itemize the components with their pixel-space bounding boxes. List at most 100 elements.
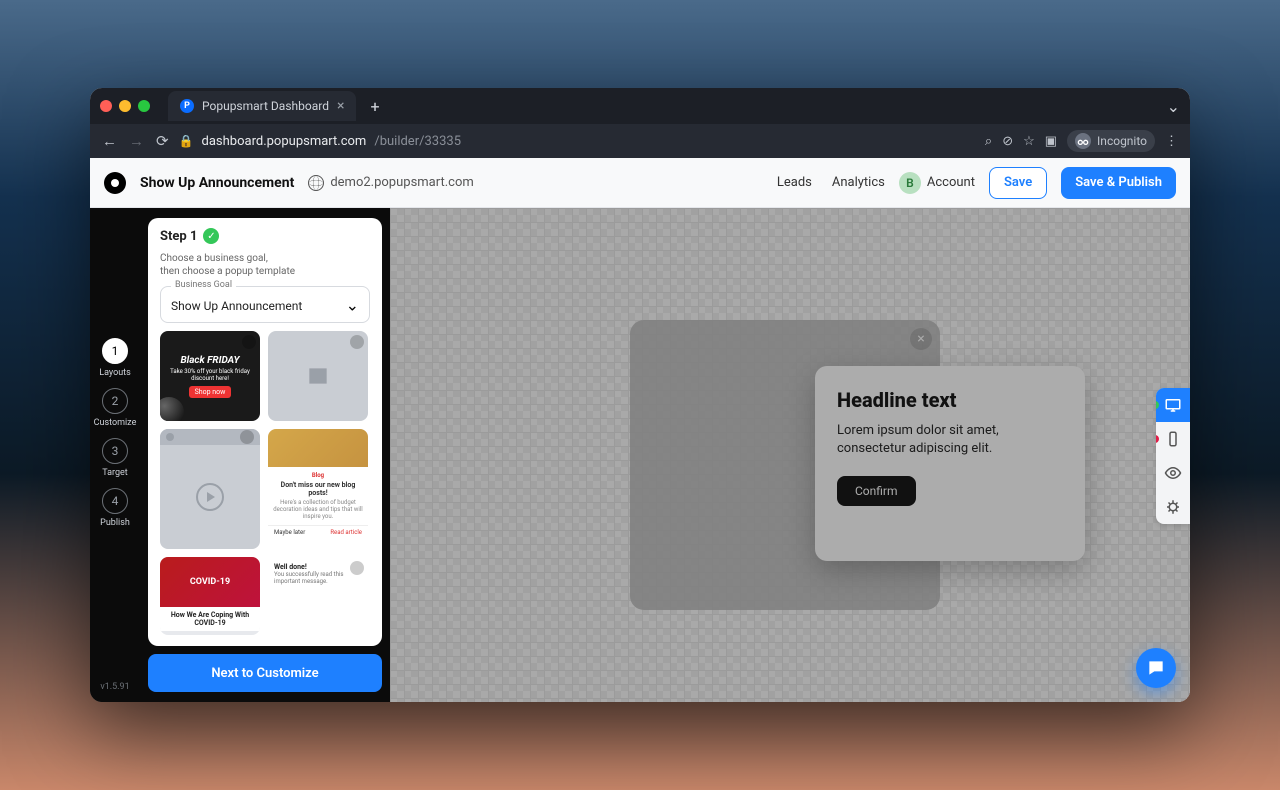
status-dot-icon [1156, 401, 1159, 409]
template-close-icon [350, 561, 364, 575]
close-tab-icon[interactable]: × [337, 98, 344, 114]
address-bar: ← → ⟳ 🔒 dashboard.popupsmart.com/builder… [90, 124, 1190, 158]
hint-line: then choose a popup template [160, 266, 295, 277]
rail-step-number: 2 [102, 388, 128, 414]
rail-step-layouts[interactable]: 1 Layouts [99, 338, 131, 378]
rail-step-customize[interactable]: 2 Customize [94, 388, 137, 428]
popup-title: Show Up Announcement [140, 175, 294, 191]
blog-headline: Don't miss our new blog posts! [273, 481, 363, 497]
reload-button[interactable]: ⟳ [156, 132, 169, 150]
blog-category: Blog [273, 472, 363, 479]
bookmark-icon[interactable]: ☆ [1023, 134, 1035, 149]
video-topbar [160, 429, 260, 445]
save-publish-label: Save & Publish [1075, 175, 1162, 190]
rail-step-label: Customize [94, 418, 137, 428]
tab-title: Popupsmart Dashboard [202, 99, 329, 113]
template-card-black-friday[interactable]: Black FRIDAY Take 30% off your black fri… [160, 331, 260, 421]
rail-step-publish[interactable]: 4 Publish [100, 488, 130, 528]
minimize-window-button[interactable] [119, 100, 131, 112]
step-rail: 1 Layouts 2 Customize 3 Target 4 Publish… [90, 208, 140, 702]
covid-banner: COVID-19 [160, 557, 260, 607]
site-domain: demo2.popupsmart.com [330, 175, 473, 190]
no-tracking-icon[interactable]: ⊘ [1002, 134, 1013, 149]
back-button[interactable]: ← [102, 132, 117, 150]
save-button[interactable]: Save [989, 167, 1047, 199]
popup-preview[interactable]: Headline text Lorem ipsum dolor sit amet… [815, 366, 1085, 561]
blog-hero [268, 429, 368, 467]
rail-step-number: 3 [102, 438, 128, 464]
status-dot-icon [1156, 435, 1159, 443]
rail-step-label: Layouts [99, 368, 131, 378]
template-card-welldone[interactable]: Well done! You successfully read this im… [268, 557, 368, 635]
confirm-label: Confirm [855, 484, 898, 498]
extensions-icon[interactable]: ▣ [1045, 134, 1057, 149]
chat-icon [1146, 658, 1166, 678]
lock-icon: 🔒 [179, 134, 194, 148]
select-label: Business Goal [171, 280, 236, 290]
debug-button[interactable] [1156, 490, 1190, 524]
version-label: v1.5.91 [100, 682, 129, 692]
desktop-view-button[interactable] [1156, 388, 1190, 422]
popup-headline: Headline text [837, 388, 1063, 412]
url-field[interactable]: 🔒 dashboard.popupsmart.com/builder/33335 [179, 134, 975, 149]
template-card-image[interactable] [268, 331, 368, 421]
maximize-window-button[interactable] [138, 100, 150, 112]
browser-tab[interactable]: P Popupsmart Dashboard × [168, 91, 356, 121]
template-card-video[interactable] [160, 429, 260, 549]
new-tab-button[interactable]: + [364, 97, 385, 116]
template-card-covid[interactable]: COVID-19 How We Are Coping With COVID-19 [160, 557, 260, 635]
globe-icon [308, 175, 324, 191]
tabs-collapse-icon[interactable]: ⌄ [1167, 97, 1180, 116]
welldone-body: You successfully read this important mes… [274, 571, 362, 585]
bf-sub: Take 30% off your black friday discount … [166, 368, 254, 382]
chat-button[interactable] [1136, 648, 1176, 688]
close-window-button[interactable] [100, 100, 112, 112]
rail-step-label: Target [102, 468, 128, 478]
site-selector[interactable]: demo2.popupsmart.com [308, 175, 473, 191]
bf-title: Black FRIDAY [180, 355, 239, 366]
rail-step-target[interactable]: 3 Target [102, 438, 128, 478]
business-goal-select[interactable]: Business Goal Show Up Announcement ⌄ [160, 286, 370, 323]
desktop-icon [1164, 396, 1182, 414]
template-card-blog[interactable]: Blog Don't miss our new blog posts! Here… [268, 429, 368, 549]
account-link[interactable]: B Account [899, 172, 975, 194]
step-complete-icon: ✓ [203, 228, 219, 244]
confirm-button[interactable]: Confirm [837, 476, 916, 506]
leads-label: Leads [777, 175, 812, 190]
blog-body: Here's a collection of budget decoration… [273, 499, 363, 520]
step-label: Step 1 [160, 229, 197, 244]
save-label: Save [1004, 175, 1032, 190]
canvas-area: × Headline text Lorem ipsum dolor sit am… [390, 208, 1190, 702]
bomb-icon [160, 397, 184, 421]
template-close-icon [350, 335, 364, 349]
mobile-icon [1164, 430, 1182, 448]
menu-icon[interactable]: ⋮ [1165, 134, 1178, 149]
select-value: Show Up Announcement [171, 299, 302, 313]
device-toolbar [1156, 388, 1190, 524]
next-label: Next to Customize [211, 666, 318, 681]
next-customize-button[interactable]: Next to Customize [148, 654, 382, 692]
incognito-label: Incognito [1097, 134, 1147, 148]
bf-cta: Shop now [189, 386, 232, 398]
forward-button[interactable]: → [129, 132, 144, 150]
incognito-icon [1075, 133, 1091, 149]
bug-icon [1164, 498, 1182, 516]
analytics-link[interactable]: Analytics [826, 175, 885, 190]
play-icon [160, 445, 260, 549]
eye-icon [1164, 464, 1182, 482]
preview-button[interactable] [1156, 456, 1190, 490]
app-logo[interactable] [104, 172, 126, 194]
welldone-title: Well done! [274, 563, 362, 571]
close-icon[interactable]: × [910, 328, 932, 350]
template-close-icon [242, 335, 256, 349]
blog-read: Read article [330, 529, 362, 536]
layout-panel: Step 1 ✓ Choose a business goal, then ch… [148, 218, 382, 646]
incognito-badge: Incognito [1067, 130, 1155, 152]
save-publish-button[interactable]: Save & Publish [1061, 167, 1176, 199]
url-host: dashboard.popupsmart.com [202, 134, 367, 149]
mobile-view-button[interactable] [1156, 422, 1190, 456]
leads-link[interactable]: Leads [771, 175, 812, 190]
search-icon[interactable]: ⌕ [985, 134, 992, 149]
url-path: /builder/33335 [374, 134, 461, 149]
tab-strip: P Popupsmart Dashboard × + ⌄ [90, 88, 1190, 124]
